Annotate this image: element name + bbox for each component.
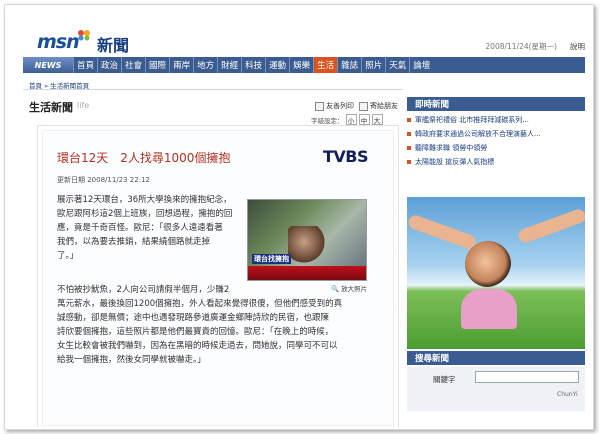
bullet-icon [407, 132, 411, 136]
text-line: 了。」 [57, 251, 79, 261]
nav-item-tech[interactable]: 科技 [241, 57, 265, 73]
nav-item-cross-strait[interactable]: 兩岸 [169, 57, 193, 73]
mail-button[interactable]: 寄給朋友 [359, 101, 398, 111]
ad-child-dress [461, 289, 517, 329]
mail-label: 寄給朋友 [370, 102, 398, 110]
envelope-icon [359, 101, 368, 111]
divider [23, 89, 403, 90]
nav-item-magazine[interactable]: 雜誌 [337, 57, 361, 73]
headline-link[interactable]: 聽障難求職 領勞中領勞 [415, 141, 487, 155]
headline-link[interactable]: 軍艦祭祀禮俗 北市推拜拜減碳系列... [415, 113, 529, 127]
text-line: 給我一個擁抱，然後女同學就被嚇走。」 [57, 355, 206, 365]
text-line: 展示著12天環台，36所大學換來的擁抱紀念， [57, 195, 232, 205]
article-paragraph-1: 展示著12天環台，36所大學換來的擁抱紀念， 歐尼跟阿杉這2個上班族，回想過程，… [57, 193, 245, 263]
watermark: ChunYi [557, 391, 578, 398]
nav-item-local[interactable]: 地方 [193, 57, 217, 73]
search-header: 搜尋新聞 [407, 351, 585, 365]
font-size-label: 字級設定： [311, 116, 344, 125]
text-line: 歐尼跟阿杉這2個上班族，回想過程，擁抱的回 [57, 209, 233, 219]
list-item[interactable]: 聽障難求職 領勞中領勞 [407, 141, 585, 155]
font-size-control: 字級設定： 小 中 大 [311, 114, 383, 125]
article-panel: 環台12天 2人找尋1000個擁抱 TVBS 更新日期 2008/11/23 2… [37, 125, 399, 427]
headline-link[interactable]: 韓政府要求通過公司解放不合理演藝人... [415, 127, 541, 141]
article-paragraph-2: 不怕被抄魷魚，2人向公司請假半個月，少賺2 萬元薪水，最後換回1200個擁抱，外… [57, 283, 387, 367]
page-title: 生活新聞 [29, 101, 73, 114]
news-tab[interactable]: NEWS [23, 57, 73, 73]
printer-icon [315, 101, 324, 111]
list-item[interactable]: 太陽能設 搶反彈人氣指標 [407, 155, 585, 169]
brand-title: 新聞 [97, 36, 130, 55]
current-date: 2008/11/24(星期一) [485, 42, 557, 51]
search-label: 關鍵字 [433, 375, 456, 384]
tvbs-logo: TVBS [323, 147, 369, 166]
msn-news-page: msn 新聞 2008/11/24(星期一) 說明 NEWS 首頁 政治 社會 … [23, 17, 585, 427]
nav-item-entertainment[interactable]: 娛樂 [289, 57, 313, 73]
search-input[interactable] [475, 371, 579, 383]
msn-butterfly-icon [78, 30, 90, 41]
photo-caption: 環台找擁抱 [252, 254, 291, 264]
main-nav: NEWS 首頁 政治 社會 國際 兩岸 地方 財經 科技 運動 娛樂 生活 雜誌… [23, 57, 585, 73]
photo-ticker [248, 266, 366, 280]
text-line: 萬元薪水，最後換回1200個擁抱，外人看起來覺得很傻，但他們感受到的真 [57, 299, 343, 309]
nav-item-society[interactable]: 社會 [121, 57, 145, 73]
headline-list: 軍艦祭祀禮俗 北市推拜拜減碳系列... 韓政府要求通過公司解放不合理演藝人...… [407, 113, 585, 169]
nav-item-international[interactable]: 國際 [145, 57, 169, 73]
page-subtitle: life [77, 101, 90, 110]
help-link[interactable]: 說明 [570, 41, 585, 52]
article-body: 環台12天 2人找尋1000個擁抱 TVBS 更新日期 2008/11/23 2… [42, 130, 394, 426]
nav-item-sports[interactable]: 運動 [265, 57, 289, 73]
photo-subject [288, 226, 328, 266]
text-line: 詩欣要個擁抱，這些照片都是他們最寶貴的回憶。歐尼：「在晚上的時候， [57, 327, 334, 337]
nav-item-finance[interactable]: 財經 [217, 57, 241, 73]
list-item[interactable]: 軍艦祭祀禮俗 北市推拜拜減碳系列... [407, 113, 585, 127]
nav-item-politics[interactable]: 政治 [97, 57, 121, 73]
font-size-large[interactable]: 大 [371, 114, 383, 125]
ad-arm-left [407, 213, 478, 251]
bullet-icon [407, 160, 411, 164]
nav-item-weather[interactable]: 天氣 [385, 57, 409, 73]
nav-item-life[interactable]: 生活 [313, 57, 338, 73]
text-line: 誠感動，卻是無價；途中也遇發現路參道廣運金鄉陣詩欣的民宿，也跟陳 [57, 313, 330, 323]
list-item[interactable]: 韓政府要求通過公司解放不合理演藝人... [407, 127, 585, 141]
article-updated: 更新日期 2008/11/23 22:12 [57, 176, 150, 184]
article-photo[interactable]: 環台找擁抱 [247, 199, 367, 281]
print-label: 友善列印 [326, 102, 354, 110]
text-line: 我們，以為要去推銷，結果繞個路就走掉 [57, 237, 211, 247]
bullet-icon [407, 146, 411, 150]
nav-item-home[interactable]: 首頁 [73, 57, 97, 73]
font-size-medium[interactable]: 中 [358, 114, 370, 125]
ad-child-face [465, 241, 511, 287]
search-panel: 關鍵字 ChunYi [407, 367, 585, 411]
site-header: msn 新聞 2008/11/24(星期一) 說明 [23, 17, 585, 61]
bullet-icon [407, 118, 411, 122]
text-line: 女生比較會被我們嚇到，因為在黑暗的時候走過去，問她說，同學可不可以 [57, 341, 338, 351]
headlines-header: 即時新聞 [407, 97, 585, 111]
text-line: 不怕被抄魷魚，2人向公司請假半個月，少賺2 [57, 285, 230, 295]
print-button[interactable]: 友善列印 [315, 101, 354, 111]
article-headline: 環台12天 2人找尋1000個擁抱 [57, 151, 231, 165]
screenshot-frame: msn 新聞 2008/11/24(星期一) 說明 NEWS 首頁 政治 社會 … [4, 4, 594, 430]
font-size-small[interactable]: 小 [345, 114, 357, 125]
text-line: 應，竟是千奇百怪。歐尼：「很多人遠遠看著 [57, 223, 223, 233]
headline-link[interactable]: 太陽能設 搶反彈人氣指標 [415, 155, 494, 169]
nav-item-photos[interactable]: 照片 [361, 57, 385, 73]
ad-arm-right [516, 207, 585, 245]
nav-item-forum[interactable]: 論壇 [409, 57, 433, 73]
advertisement-banner[interactable] [407, 197, 585, 349]
msn-logo[interactable]: msn [37, 31, 80, 53]
